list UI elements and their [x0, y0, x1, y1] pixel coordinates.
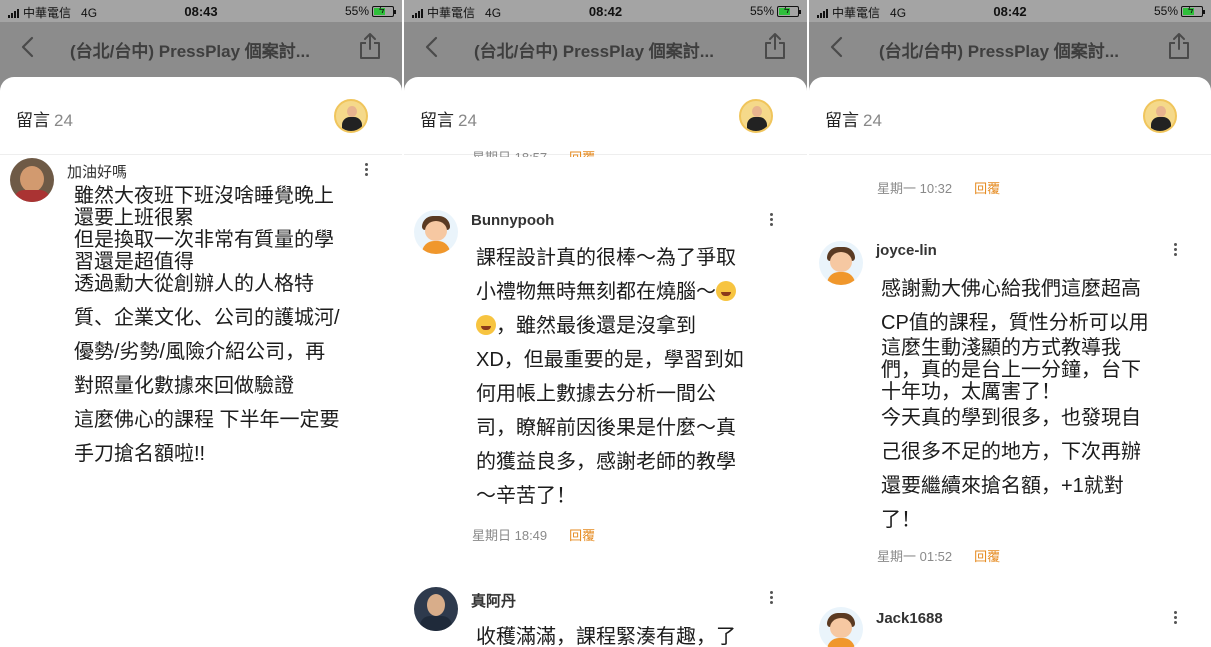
author-avatar[interactable] — [334, 99, 368, 133]
screenshot-panel-1: 中華電信 4G 08:43 55% ϟ (台北/台中) PressPlay 個案… — [0, 0, 402, 647]
rofl-emoji-icon — [716, 281, 736, 301]
comments-sheet: 留言24 星期日 18:57 回覆 Bunnypooh 課程設計真的很棒～為了爭… — [404, 77, 807, 647]
comment-list: 星期日 18:57 回覆 Bunnypooh 課程設計真的很棒～為了爭取 小禮物… — [404, 150, 807, 647]
comments-sheet: 留言 24 星期一 10:32 回覆 joyce-lin 感謝勳大佛心給我們這麼超… — [809, 77, 1211, 647]
comments-count: 24 — [458, 111, 477, 130]
comment-time: 星期一 10:32 — [877, 181, 953, 196]
reply-link[interactable]: 回覆 — [569, 147, 595, 157]
user-avatar[interactable] — [414, 587, 458, 631]
status-bar: 中華電信 4G 08:43 55% ϟ — [0, 0, 402, 22]
more-options-icon[interactable] — [768, 591, 774, 607]
battery-percent: 55% — [749, 4, 774, 18]
more-options-icon[interactable] — [1172, 611, 1178, 627]
comments-title: 留言 — [825, 111, 859, 130]
battery-percent: 55% — [1153, 4, 1178, 18]
comment-list: 星期一 10:32 回覆 joyce-lin 感謝勳大佛心給我們這麼超高 CP值… — [809, 155, 1211, 647]
comments-title: 留言 — [420, 111, 454, 130]
clock: 08:42 — [588, 4, 623, 19]
comment-list: 加油好嗎 雖然大夜班下班沒啥睡覺晚上 還要上班很累 但是換取一次非常有質量的學 … — [0, 155, 402, 647]
user-avatar[interactable] — [10, 158, 54, 202]
battery-icon: ϟ — [372, 5, 396, 17]
back-icon[interactable] — [827, 35, 847, 59]
reply-link[interactable]: 回覆 — [974, 546, 1000, 565]
comment-text-overlap: 雖然大夜班下班沒啥睡覺晚上 還要上班很累 但是換取一次非常有質量的學 習還是超值… — [74, 185, 334, 273]
comment-text: 收穫滿滿，課程緊湊有趣，了 — [476, 626, 736, 647]
status-bar: 中華電信 4G 08:42 55% ϟ — [404, 0, 807, 22]
comments-count: 24 — [863, 111, 882, 130]
user-avatar[interactable] — [414, 210, 458, 254]
user-avatar[interactable] — [819, 241, 863, 285]
status-bar: 中華電信 4G 08:42 55% ϟ — [809, 0, 1211, 22]
comment-username[interactable]: 真阿丹 — [471, 590, 516, 611]
comment-time: 星期日 18:57 — [472, 147, 547, 157]
clock: 08:43 — [184, 4, 218, 19]
share-icon[interactable] — [1167, 32, 1191, 60]
comment-text: 課程設計真的很棒～為了爭取 小禮物無時無刻都在燒腦～ ，雖然最後還是沒拿到 XD… — [476, 247, 744, 507]
comments-title: 留言 — [16, 111, 50, 130]
comment-text: 感謝勳大佛心給我們這麼超高 CP值的課程，質性分析可以用 — [881, 278, 1149, 334]
battery-icon: ϟ — [1181, 5, 1205, 17]
back-icon[interactable] — [422, 35, 442, 59]
nav-bar: (台北/台中) PressPlay 個案討... — [404, 22, 807, 72]
battery-icon: ϟ — [777, 5, 801, 17]
more-options-icon[interactable] — [768, 213, 774, 229]
page-title: (台北/台中) PressPlay 個案討... — [879, 42, 1119, 61]
share-icon[interactable] — [763, 32, 787, 60]
comment-text-overlap: 這麼生動淺顯的方式教導我 們，真的是台上一分鐘，台下 十年功，太厲害了！ — [881, 337, 1141, 403]
battery-percent: 55% — [344, 4, 369, 18]
comment-text: 今天真的學到很多，也發現自 己很多不足的地方，下次再辦 還要繼續來搶名額，+1就… — [881, 407, 1141, 531]
reply-link[interactable]: 回覆 — [974, 178, 1000, 197]
back-icon[interactable] — [18, 35, 38, 59]
comment-username[interactable]: Jack1688 — [876, 610, 943, 627]
share-icon[interactable] — [358, 32, 382, 60]
author-avatar[interactable] — [739, 99, 773, 133]
comments-header: 留言 24 — [809, 77, 1211, 155]
comment-username[interactable]: Bunnypooh — [471, 212, 554, 229]
page-title: (台北/台中) PressPlay 個案討... — [70, 42, 310, 61]
comments-header: 留言 24 — [404, 77, 807, 155]
rofl-emoji-icon — [476, 315, 496, 335]
comments-header: 留言 24 — [0, 77, 402, 155]
comment-time: 星期日 18:49 — [472, 528, 548, 543]
nav-bar: (台北/台中) PressPlay 個案討... — [809, 22, 1211, 72]
comments-count: 24 — [54, 111, 73, 130]
comment-meta: 星期一 01:52 回覆 — [877, 546, 1000, 565]
nav-bar: (台北/台中) PressPlay 個案討... — [0, 22, 402, 72]
clock: 08:42 — [993, 4, 1027, 19]
more-options-icon[interactable] — [363, 163, 369, 179]
comment-text: 透過勳大從創辦人的人格特 質、企業文化、公司的護城河/ 優勢/劣勢/風險介紹公司… — [74, 273, 340, 465]
comments-sheet: 留言 24 加油好嗎 雖然大夜班下班沒啥睡覺晚上 還要上班很累 但是換取一次非常有… — [0, 77, 402, 647]
comment-username[interactable]: 加油好嗎 — [67, 161, 127, 182]
more-options-icon[interactable] — [1172, 243, 1178, 259]
page-title: (台北/台中) PressPlay 個案討... — [474, 42, 714, 61]
comment-time: 星期一 01:52 — [877, 549, 953, 564]
comment-meta: 星期一 10:32 回覆 — [877, 178, 1000, 197]
reply-link[interactable]: 回覆 — [569, 525, 595, 544]
user-avatar[interactable] — [819, 607, 863, 647]
screenshot-panel-3: 中華電信 4G 08:42 55% ϟ (台北/台中) PressPlay 個案… — [809, 0, 1211, 647]
comment-username[interactable]: joyce-lin — [876, 242, 937, 259]
comment-meta: 星期日 18:49 回覆 — [472, 525, 595, 544]
screenshot-panel-2: 中華電信 4G 08:42 55% ϟ (台北/台中) PressPlay 個案… — [404, 0, 807, 647]
author-avatar[interactable] — [1143, 99, 1177, 133]
comment-meta: 星期日 18:57 回覆 — [472, 147, 595, 157]
